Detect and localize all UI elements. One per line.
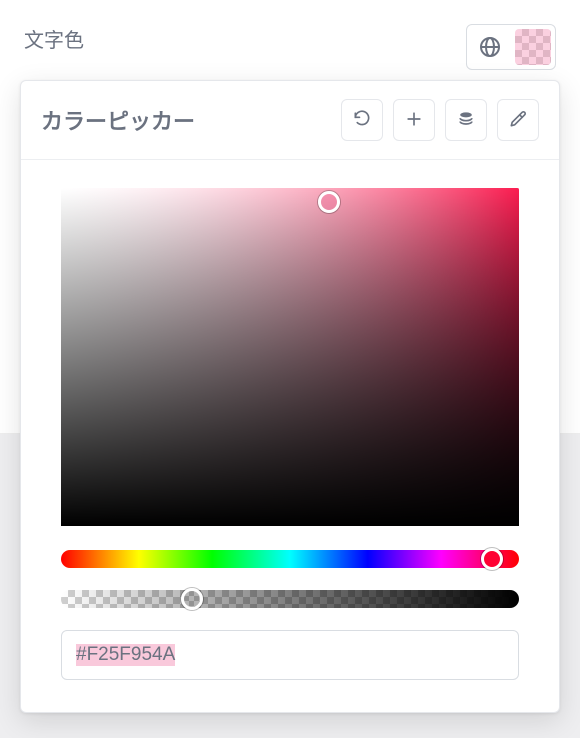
color-swatch	[515, 29, 551, 65]
color-value-button[interactable]	[466, 24, 556, 70]
color-picker-popover: カラーピッカー	[20, 80, 560, 713]
popover-body	[21, 160, 559, 712]
globe-icon	[471, 28, 509, 66]
stack-icon	[456, 109, 476, 132]
alpha-handle[interactable]	[181, 588, 203, 610]
saturation-value-plane[interactable]	[61, 188, 519, 526]
hue-slider[interactable]	[61, 550, 519, 568]
property-label: 文字色	[24, 24, 84, 53]
popover-actions	[341, 99, 539, 141]
popover-title: カラーピッカー	[41, 104, 195, 136]
popover-header: カラーピッカー	[21, 81, 559, 160]
layers-button[interactable]	[445, 99, 487, 141]
undo-icon	[352, 109, 372, 132]
eyedropper-icon	[508, 109, 528, 132]
reset-button[interactable]	[341, 99, 383, 141]
alpha-slider[interactable]	[61, 590, 519, 608]
plus-icon	[404, 109, 424, 132]
sv-handle[interactable]	[318, 191, 340, 213]
eyedropper-button[interactable]	[497, 99, 539, 141]
hex-input[interactable]	[61, 630, 519, 680]
add-button[interactable]	[393, 99, 435, 141]
hue-handle[interactable]	[481, 548, 503, 570]
